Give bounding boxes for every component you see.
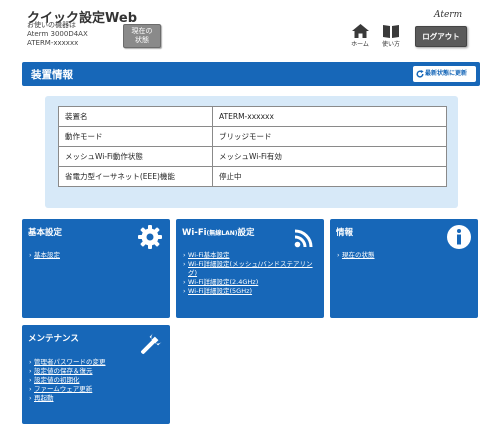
book-icon — [383, 25, 399, 38]
status-button-line1: 現在の — [131, 27, 153, 35]
link-wifi-24ghz[interactable]: Wi-Fi詳細設定(2.4GHz) — [183, 278, 313, 287]
wifi-title-suffix: 設定 — [237, 228, 255, 238]
gear-icon — [138, 225, 162, 249]
device-name: ATERM-xxxxxx — [27, 39, 79, 47]
refresh-icon — [416, 70, 424, 78]
link-save-restore[interactable]: 設定値の保存＆復元 — [29, 367, 106, 376]
wifi-icon — [294, 229, 313, 248]
device-info-table: 装置名 ATERM-xxxxxx 動作モード ブリッジモード メッシュWi-Fi… — [58, 106, 447, 187]
refresh-label: 最新状態に更新 — [425, 70, 468, 77]
home-icon — [351, 24, 369, 38]
card-title: 基本設定 — [28, 228, 63, 238]
row-label: 装置名 — [58, 106, 213, 127]
row-label: 省電力型イーサネット(EEE)機能 — [58, 166, 213, 187]
status-button-line2: 状態 — [135, 36, 149, 44]
logout-button[interactable]: ログアウト — [415, 26, 467, 47]
current-status-button[interactable]: 現在の 状態 — [123, 24, 161, 48]
row-label: 動作モード — [58, 126, 213, 147]
wifi-title-main: Wi-Fi — [182, 228, 207, 238]
refresh-button[interactable]: 最新状態に更新 — [413, 66, 476, 82]
wifi-settings-links: Wi-Fi基本設定 Wi-Fi詳細設定(メッシュ/バンドステアリング) Wi-F… — [183, 251, 313, 296]
brand-logo: Aterm — [434, 10, 463, 20]
help-nav[interactable]: 使い方 — [380, 24, 402, 48]
link-current-status[interactable]: 現在の状態 — [337, 251, 375, 260]
home-nav[interactable]: ホーム — [349, 24, 371, 48]
wrench-icon — [141, 333, 162, 354]
link-basic-settings[interactable]: 基本設定 — [29, 251, 60, 260]
row-value: 停止中 — [212, 166, 447, 187]
link-change-password[interactable]: 管理者パスワードの変更 — [29, 358, 106, 367]
section-title: 装置情報 — [31, 69, 73, 81]
basic-settings-card: 基本設定 基本設定 — [22, 219, 170, 318]
header: クイック設定Web お使いの機器は Aterm 3000D4AX ATERM-x… — [0, 0, 500, 54]
info-links: 現在の状態 — [337, 251, 375, 260]
link-reboot[interactable]: 再起動 — [29, 394, 106, 403]
link-wifi-mesh[interactable]: Wi-Fi詳細設定(メッシュ/バンドステアリング) — [183, 260, 313, 278]
table-row: 省電力型イーサネット(EEE)機能 停止中 — [58, 166, 447, 187]
maintenance-card: メンテナンス 管理者パスワードの変更 設定値の保存＆復元 設定値の初期化 ファー… — [22, 325, 170, 424]
row-label: メッシュWi-Fi動作状態 — [58, 146, 213, 167]
home-label: ホーム — [351, 41, 369, 48]
row-value: ATERM-xxxxxx — [212, 106, 447, 127]
link-wifi-basic[interactable]: Wi-Fi基本設定 — [183, 251, 313, 260]
link-firmware-update[interactable]: ファームウェア更新 — [29, 385, 106, 394]
link-wifi-5ghz[interactable]: Wi-Fi詳細設定(5GHz) — [183, 287, 313, 296]
wifi-title-sub: (無線LAN) — [206, 230, 238, 237]
card-title: メンテナンス — [28, 334, 79, 344]
device-info: お使いの機器は Aterm 3000D4AX ATERM-xxxxxx — [27, 21, 88, 48]
basic-settings-links: 基本設定 — [29, 251, 60, 260]
table-row: 装置名 ATERM-xxxxxx — [58, 106, 447, 127]
card-title: 情報 — [336, 228, 354, 238]
wifi-settings-card: Wi-Fi(無線LAN)設定 Wi-Fi基本設定 Wi-Fi詳細設定(メッシュ/… — [176, 219, 324, 318]
info-icon — [447, 225, 471, 249]
row-value: ブリッジモード — [212, 126, 447, 147]
device-model: Aterm 3000D4AX — [27, 30, 88, 38]
link-factory-reset[interactable]: 設定値の初期化 — [29, 376, 106, 385]
card-title: Wi-Fi(無線LAN)設定 — [182, 226, 255, 238]
info-card: 情報 現在の状態 — [330, 219, 478, 318]
table-row: メッシュWi-Fi動作状態 メッシュWi-Fi有効 — [58, 146, 447, 167]
help-label: 使い方 — [381, 41, 400, 48]
table-row: 動作モード ブリッジモード — [58, 126, 447, 147]
row-value: メッシュWi-Fi有効 — [212, 146, 447, 167]
section-bar: 装置情報 最新状態に更新 — [22, 62, 480, 86]
device-info-panel: 装置名 ATERM-xxxxxx 動作モード ブリッジモード メッシュWi-Fi… — [45, 96, 458, 208]
device-info-line: お使いの機器は — [27, 21, 76, 29]
maintenance-links: 管理者パスワードの変更 設定値の保存＆復元 設定値の初期化 ファームウェア更新 … — [29, 358, 106, 403]
